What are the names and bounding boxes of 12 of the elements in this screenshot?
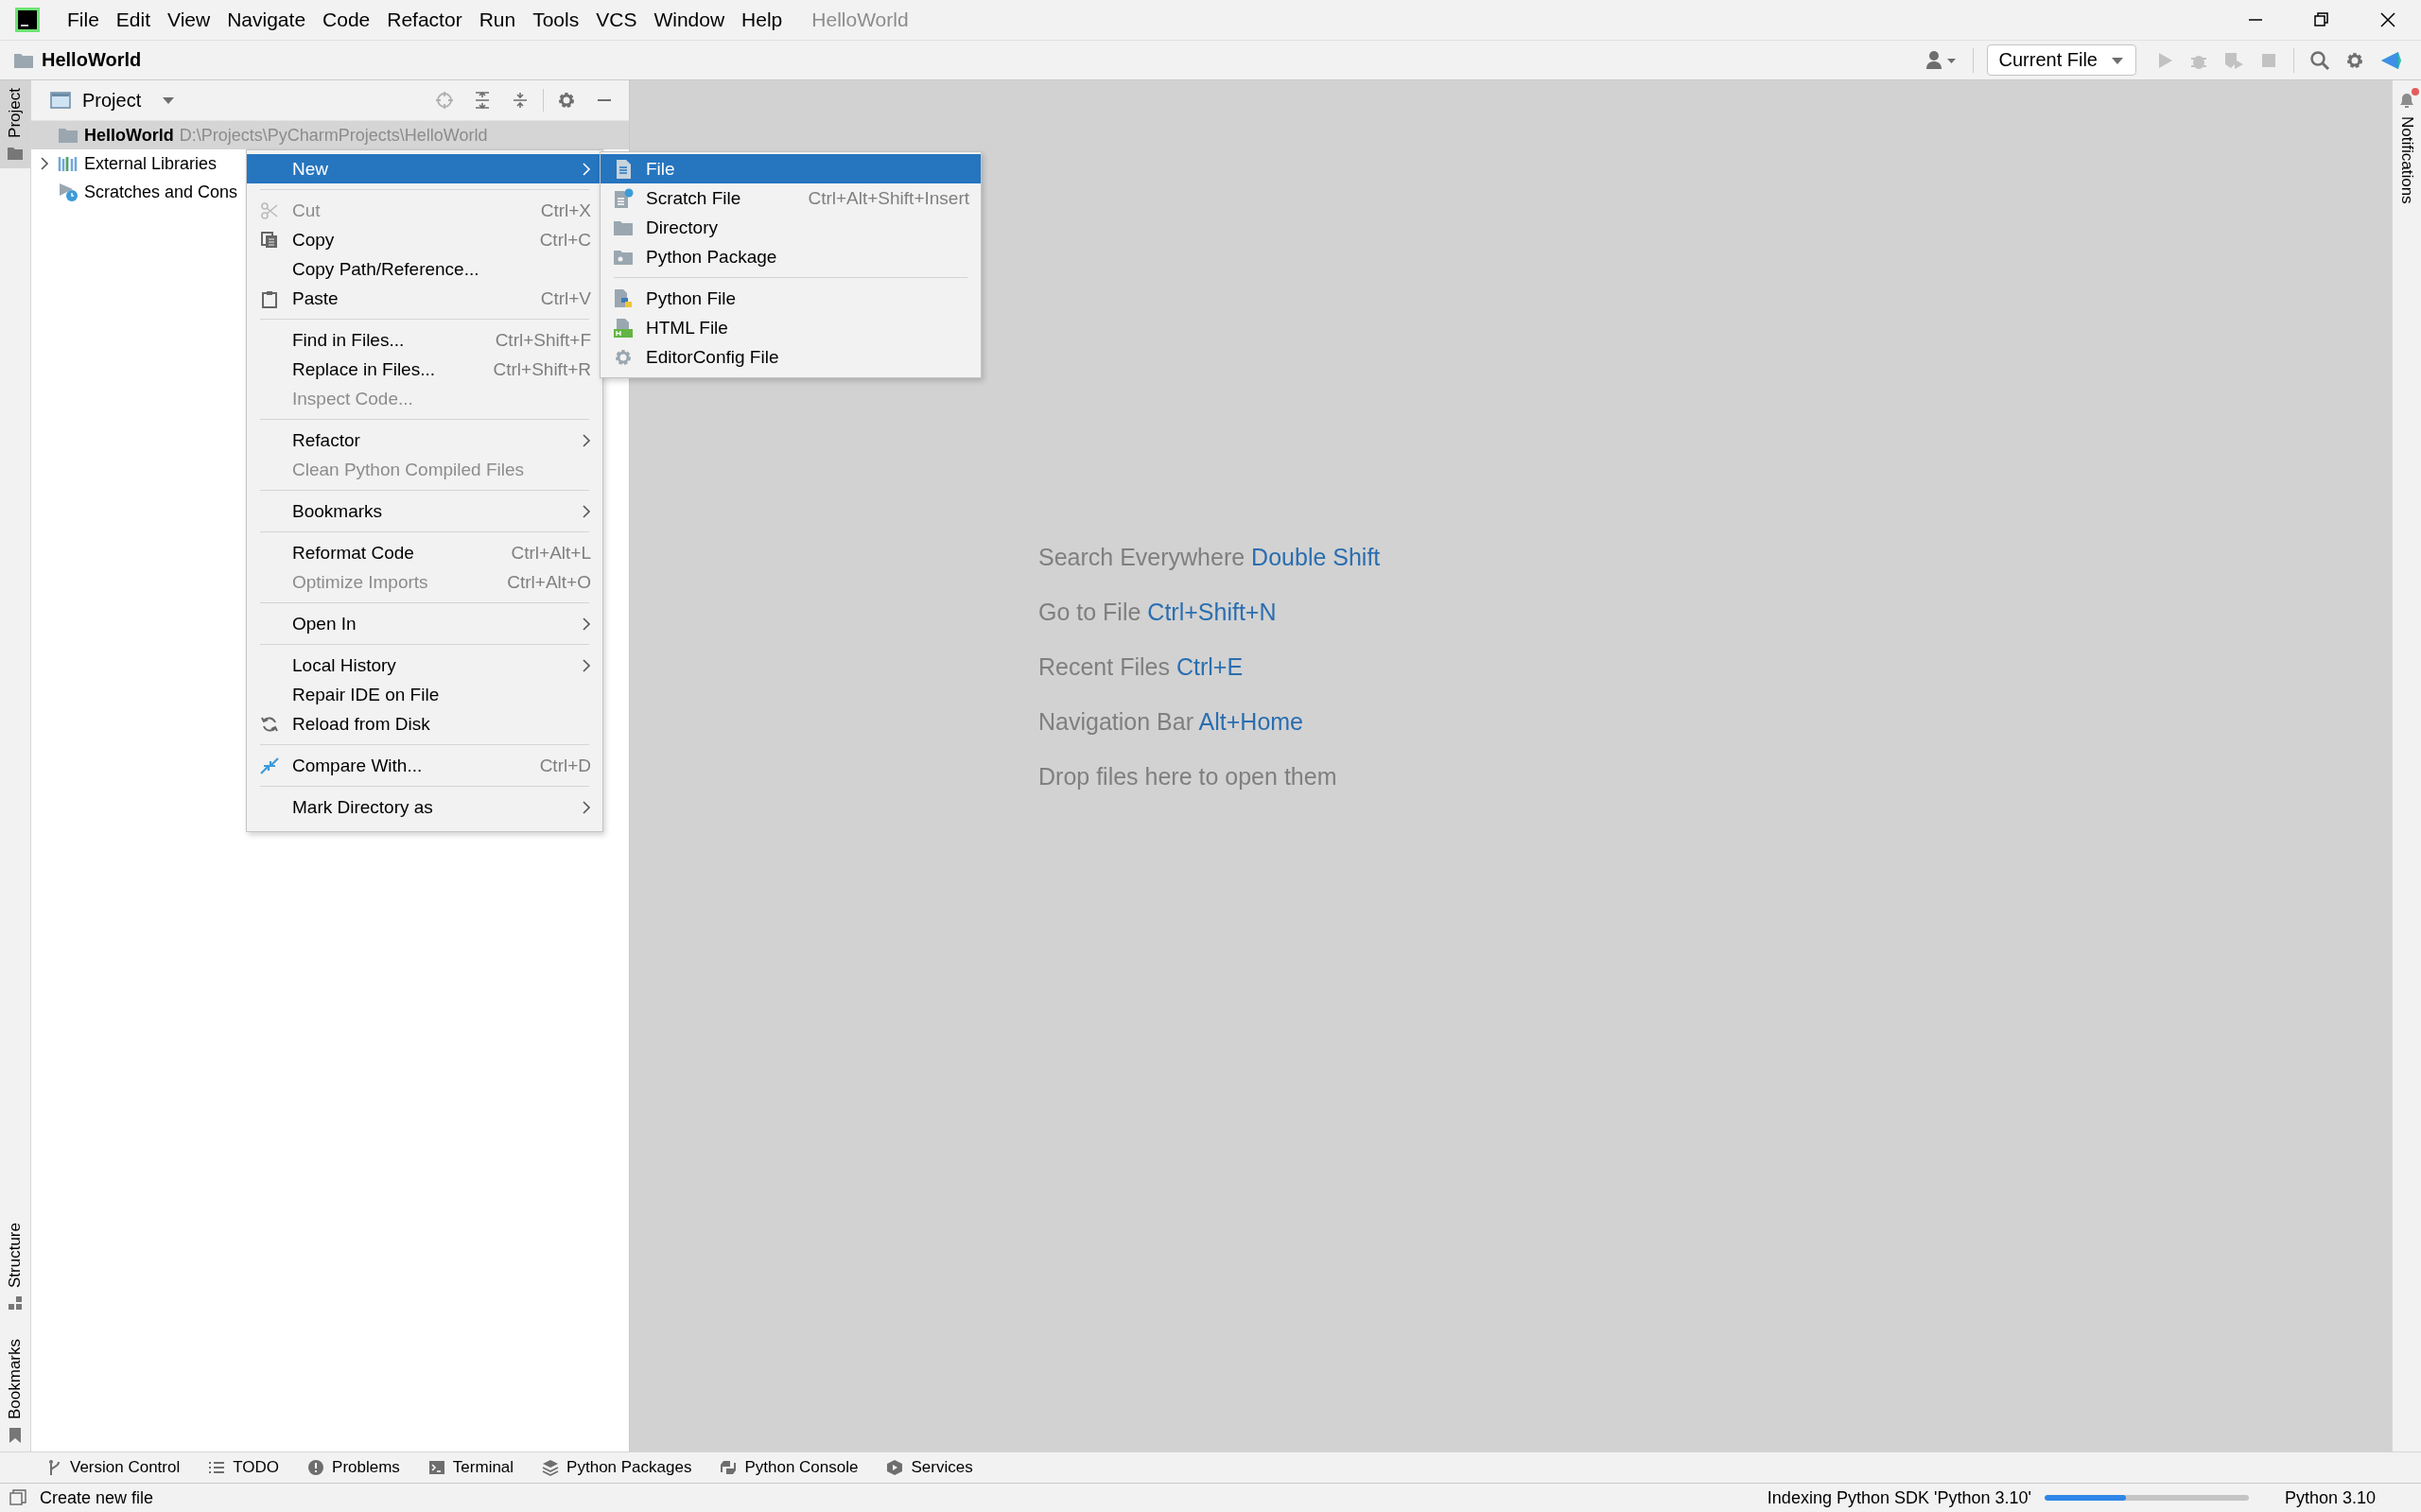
editor-hint: Drop files here to open them	[1038, 762, 1337, 791]
status-message: Create new file	[40, 1487, 154, 1508]
editor-hint: Search Everywhere Double Shift	[1038, 543, 1381, 572]
progress-label: Indexing Python SDK 'Python 3.10'	[1767, 1487, 2031, 1508]
editor-hint: Navigation Bar Alt+Home	[1038, 707, 1304, 737]
tree-label: Scratches and Cons	[84, 182, 238, 202]
tree-path: D:\Projects\PyCharmProjects\HelloWorld	[179, 125, 488, 146]
editor-hint: Recent Files Ctrl+E	[1038, 652, 1244, 682]
window-title: HelloWorld	[811, 9, 909, 31]
editor-hint: Go to File Ctrl+Shift+N	[1038, 598, 1277, 627]
tree-label: External Libraries	[84, 153, 218, 174]
tree-label: HelloWorld	[84, 125, 174, 146]
